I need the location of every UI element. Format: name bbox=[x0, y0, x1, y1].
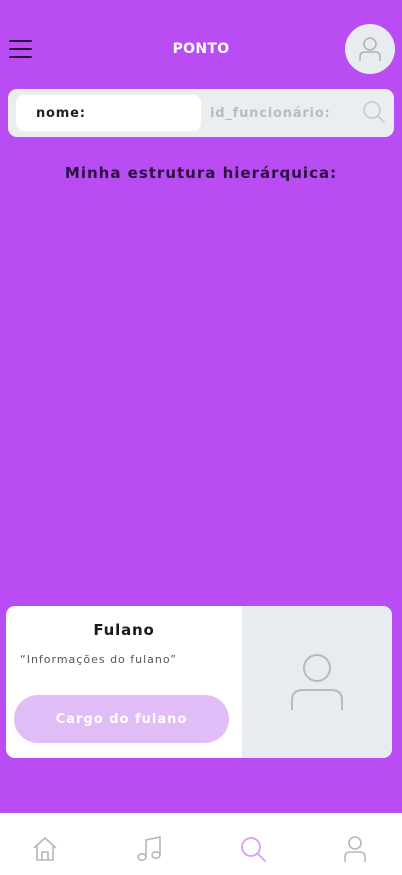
employee-id-field[interactable]: id_funcionário: bbox=[210, 95, 350, 131]
music-icon[interactable] bbox=[135, 835, 163, 863]
app-title: PONTO bbox=[172, 41, 230, 57]
profile-avatar[interactable] bbox=[345, 24, 395, 74]
user-icon[interactable] bbox=[341, 835, 369, 863]
employee-info: “Informações do fulano” bbox=[20, 653, 177, 666]
name-field-label: nome: bbox=[36, 105, 86, 121]
employee-name: Fulano bbox=[93, 621, 155, 639]
employee-id-label: id_funcionário: bbox=[210, 105, 331, 121]
search-icon[interactable] bbox=[239, 835, 267, 863]
employee-photo bbox=[242, 606, 392, 758]
search-icon[interactable] bbox=[362, 100, 386, 124]
name-field[interactable]: nome: bbox=[16, 95, 201, 131]
home-icon[interactable] bbox=[31, 835, 59, 863]
app-header: PONTO bbox=[0, 0, 402, 90]
employee-card[interactable]: Fulano “Informações do fulano” Cargo do … bbox=[6, 606, 392, 758]
employee-role-button[interactable]: Cargo do fulano bbox=[14, 695, 229, 743]
hierarchy-title: Minha estrutura hierárquica: bbox=[64, 164, 338, 182]
user-icon bbox=[291, 654, 343, 710]
user-icon bbox=[359, 37, 381, 61]
bottom-navigation bbox=[0, 813, 402, 875]
search-bar: nome: id_funcionário: bbox=[8, 89, 394, 137]
